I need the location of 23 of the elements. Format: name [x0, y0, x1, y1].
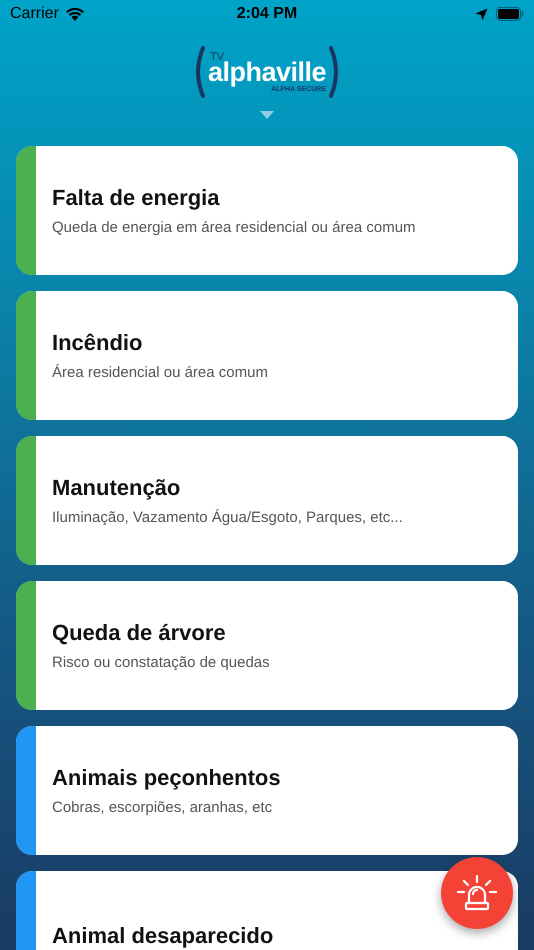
category-card[interactable]: Animal desaparecido — [16, 871, 518, 950]
card-subtitle: Iluminação, Vazamento Água/Esgoto, Parques, etc... — [52, 509, 404, 526]
category-card[interactable]: Manutenção Iluminação, Vazamento Água/Esgoto, Parques, etc... — [16, 436, 518, 565]
siren-icon — [457, 875, 497, 911]
carrier-label: Carrier — [10, 5, 59, 23]
card-subtitle: Área residencial ou área comum — [52, 364, 269, 381]
card-title: Incêndio — [52, 330, 144, 356]
location-arrow-icon — [475, 8, 488, 20]
card-subtitle: Cobras, escorpiões, aranhas, etc — [52, 799, 274, 816]
category-card[interactable]: Queda de árvore Risco ou constatação de quedas — [16, 581, 518, 710]
category-card[interactable]: Incêndio Área residencial ou área comum — [16, 291, 518, 420]
card-title: Falta de energia — [52, 185, 221, 211]
card-title: Animais peçonhentos — [52, 765, 282, 791]
card-title: Animal desaparecido — [52, 922, 274, 948]
card-subtitle: Queda de energia em área residencial ou área comum — [52, 219, 417, 236]
clock-time: 2:04 PM — [236, 5, 298, 23]
battery-icon — [496, 7, 524, 21]
wifi-icon — [64, 7, 85, 21]
card-title: Queda de árvore — [52, 620, 227, 646]
category-card[interactable]: Animais peçonhentos Cobras, escorpiões, aranhas, etc — [16, 726, 518, 855]
card-subtitle: Risco ou constatação de quedas — [52, 654, 271, 671]
card-title: Manutenção — [52, 475, 182, 501]
category-card[interactable]: Falta de energia Queda de energia em área residencial ou área comum — [16, 146, 518, 275]
